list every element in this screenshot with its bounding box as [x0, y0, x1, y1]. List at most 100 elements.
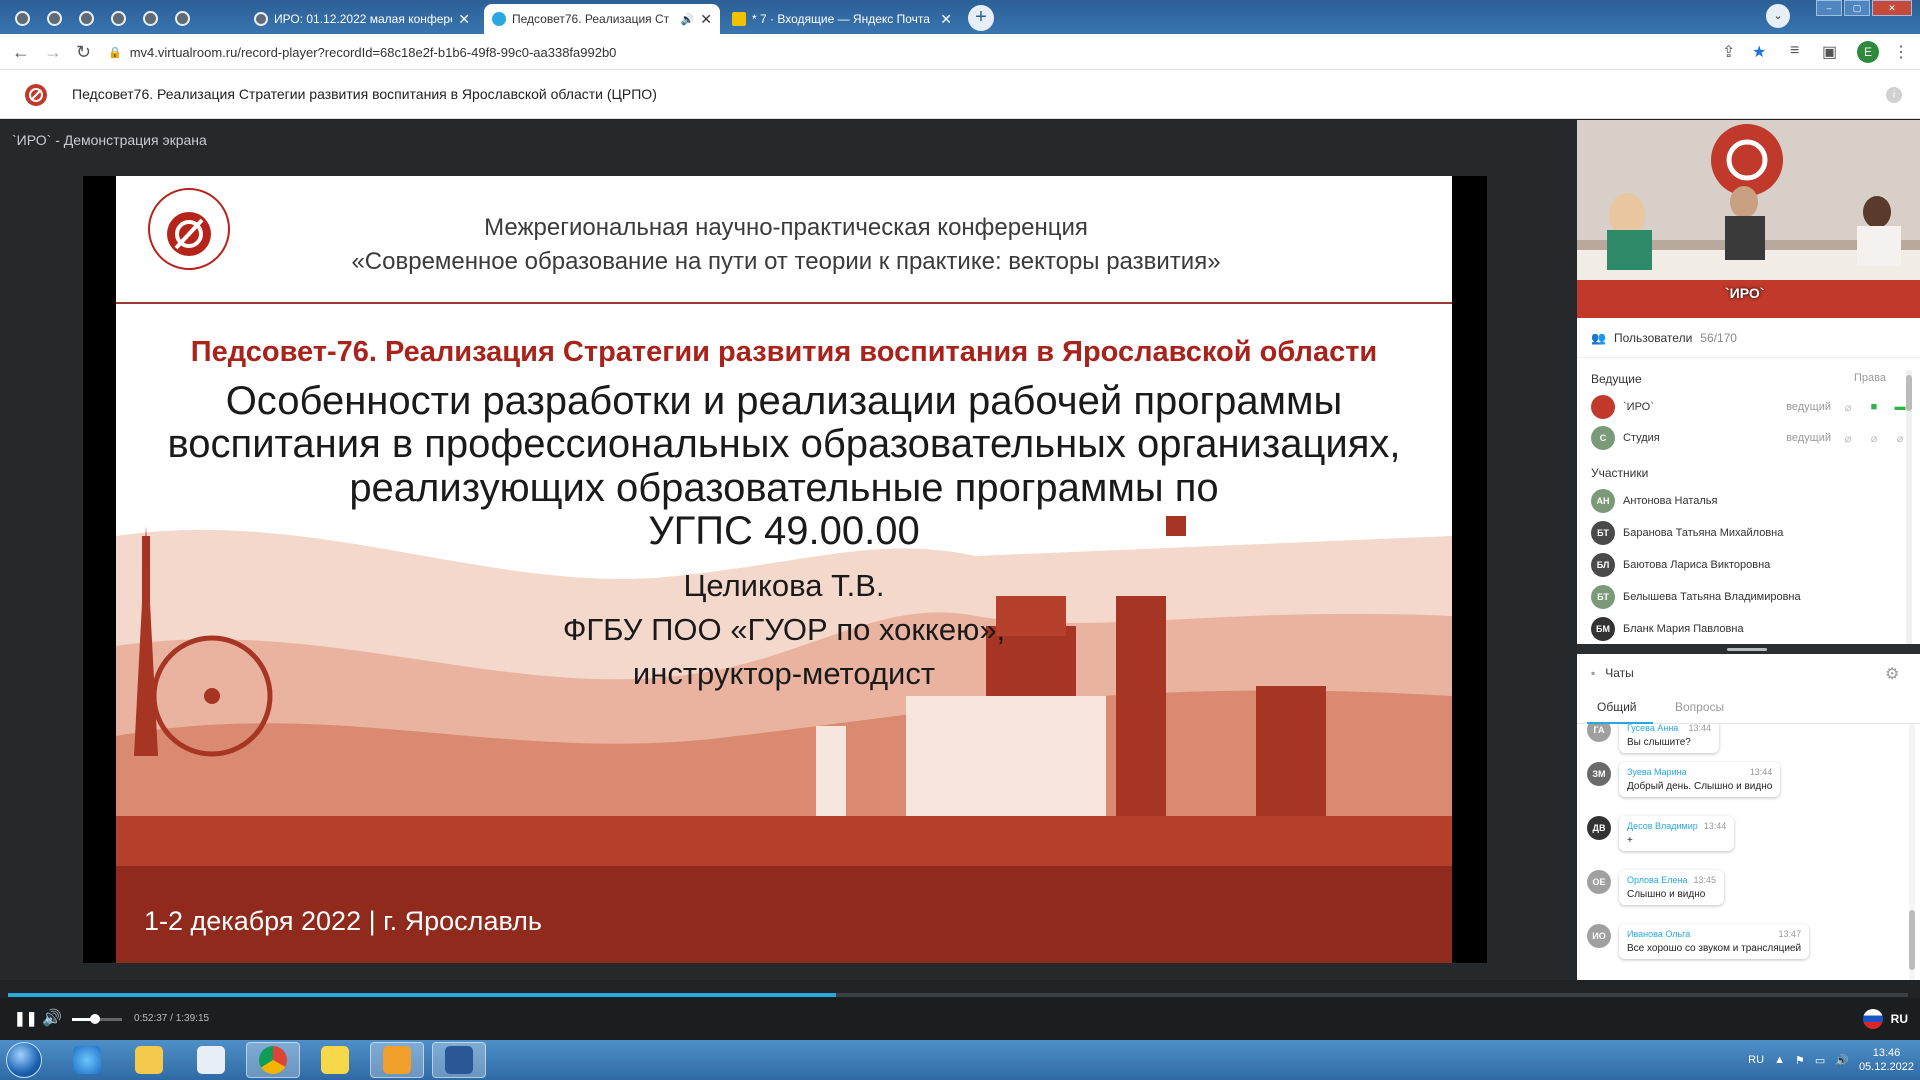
message-text: Слышно и видно	[1627, 889, 1706, 900]
clock-date: 05.12.2022	[1858, 1061, 1914, 1073]
side-panel-icon[interactable]: ▣	[1822, 42, 1837, 62]
volume-slider-knob[interactable]	[89, 1014, 100, 1024]
camera-on-icon[interactable]: ■	[1865, 401, 1883, 413]
app-taskbar[interactable]	[308, 1042, 362, 1078]
close-tab-icon[interactable]: ✕	[940, 12, 952, 26]
camera-video[interactable]: `ИРО`	[1577, 120, 1920, 318]
minimize-button[interactable]: –	[1816, 0, 1842, 16]
tray-expand-icon[interactable]: ▲	[1774, 1054, 1785, 1066]
user-name: Белышева Татьяна Владимировна	[1623, 591, 1801, 603]
network-icon[interactable]: ▭	[1815, 1054, 1825, 1067]
browser-tab[interactable]: ИРО: 01.12.2022 малая конфере ✕	[246, 4, 478, 34]
user-role: ведущий	[1786, 432, 1831, 444]
speaker-icon[interactable]: 🔊	[681, 13, 695, 26]
internet-explorer-taskbar[interactable]	[60, 1042, 114, 1078]
language-selector[interactable]: RU	[1862, 1009, 1908, 1029]
browser-tab[interactable]: * 7 · Входящие — Яндекс Почта ✕	[724, 4, 960, 34]
globe-icon	[14, 10, 30, 26]
outlook-taskbar[interactable]	[370, 1042, 424, 1078]
avatar: БЛ	[1591, 553, 1615, 577]
pinned-tab[interactable]	[164, 4, 200, 32]
close-window-button[interactable]: ✕	[1872, 0, 1912, 16]
host-row[interactable]: `ИРО` ведущий ⌀ ■ ▬	[1591, 392, 1909, 422]
users-title: Пользователи	[1613, 330, 1693, 345]
share-icon[interactable]: ⇪	[1722, 42, 1735, 62]
maximize-button[interactable]: ▢	[1844, 0, 1870, 16]
close-tab-icon[interactable]: ✕	[700, 12, 712, 26]
tab-general-chat[interactable]: Общий	[1597, 700, 1637, 714]
chrome-taskbar[interactable]	[246, 1042, 300, 1078]
users-header[interactable]: 👥 Пользователи 56/170	[1577, 318, 1920, 358]
message-time: 13:44	[1688, 724, 1711, 733]
url-field[interactable]: 🔒 mv4.virtualroom.ru/record-player?recor…	[108, 39, 1708, 65]
pinned-tab[interactable]	[132, 4, 168, 32]
pinned-tab[interactable]	[36, 4, 72, 32]
message-author: Гусева Анна	[1627, 724, 1679, 733]
word-taskbar[interactable]	[432, 1042, 486, 1078]
volume-icon[interactable]: 🔊	[42, 1008, 62, 1028]
explorer-taskbar[interactable]	[122, 1042, 176, 1078]
bookmark-star-icon[interactable]: ★	[1752, 42, 1766, 62]
participant-row[interactable]: БМ Бланк Мария Павловна	[1591, 614, 1909, 644]
volume-tray-icon[interactable]: 🔊	[1835, 1054, 1849, 1067]
slide-divider	[116, 302, 1452, 304]
tab-search-chevron-icon[interactable]: ⌄	[1766, 4, 1790, 28]
message-author: Зуева Марина	[1627, 767, 1687, 777]
host-row[interactable]: С Студия ведущий ⌀ ⌀ ⌀	[1591, 423, 1909, 453]
pinned-tab[interactable]	[100, 4, 136, 32]
pinned-tab[interactable]	[4, 4, 40, 32]
address-toolbar: ← → ↻ 🔒 mv4.virtualroom.ru/record-player…	[0, 34, 1920, 70]
start-button[interactable]	[6, 1042, 42, 1078]
user-name: `ИРО`	[1623, 401, 1654, 413]
new-tab-button[interactable]: +	[968, 5, 994, 31]
users-icon: 👥	[1591, 330, 1606, 345]
message-text: Все хорошо со звуком и трансляцией	[1627, 943, 1802, 954]
message-time: 13:44	[1749, 767, 1773, 777]
participant-row[interactable]: АН Антонова Наталья	[1591, 486, 1909, 516]
slide-title-line: реализующих образовательные программы по	[349, 466, 1219, 510]
message-author: Орлова Елена	[1627, 875, 1688, 885]
forward-arrow-icon[interactable]: →	[44, 42, 62, 62]
message-bubble: Десов Владимир 13:44 +	[1619, 816, 1735, 851]
pinned-tab[interactable]	[68, 4, 104, 32]
shared-screen: Межрегиональная научно-практическая конф…	[83, 176, 1487, 963]
user-name: Баютова Лариса Викторовна	[1623, 559, 1771, 571]
gear-icon[interactable]: ⚙	[1885, 664, 1899, 684]
browser-tab-active[interactable]: Педсовет76. Реализация Ст 🔊 ✕	[484, 4, 720, 34]
slide-author: Целикова Т.В.	[683, 568, 885, 603]
close-tab-icon[interactable]: ✕	[458, 12, 470, 26]
participants-section-label: Участники	[1591, 466, 1649, 480]
tab-questions[interactable]: Вопросы	[1675, 700, 1724, 714]
camera-off-icon[interactable]: ⌀	[1865, 432, 1883, 445]
resize-handle[interactable]	[1727, 648, 1767, 651]
info-icon[interactable]: i	[1886, 87, 1902, 103]
globe-icon	[46, 10, 62, 26]
tab-label: Педсовет76. Реализация Ст	[512, 12, 670, 26]
presentation-slide: Межрегиональная научно-практическая конф…	[116, 176, 1452, 963]
chat-message: ГА Гусева Анна 13:44 Вы слышите?	[1587, 724, 1719, 753]
profile-avatar[interactable]: E	[1857, 41, 1879, 63]
participant-row[interactable]: БТ Баранова Татьяна Михайловна	[1591, 518, 1909, 548]
participant-row[interactable]: БЛ Баютова Лариса Викторовна	[1591, 550, 1909, 580]
message-bubble: Иванова Ольга 13:47 Все хорошо со звуком…	[1619, 924, 1810, 959]
pause-button[interactable]: ❚❚	[14, 1010, 37, 1027]
chat-message-list[interactable]: ГА Гусева Анна 13:44 Вы слышите? ЗМ Зуев…	[1577, 724, 1920, 980]
input-language[interactable]: RU	[1748, 1054, 1764, 1066]
participant-row[interactable]: БТ Белышева Татьяна Владимировна	[1591, 582, 1909, 612]
flag-icon[interactable]: ⚑	[1795, 1054, 1805, 1067]
reload-icon[interactable]: ↻	[76, 42, 91, 62]
slide-title-line: Особенности разработки и реализации рабо…	[225, 379, 1343, 423]
page-title: Педсовет76. Реализация Стратегии развити…	[72, 86, 657, 102]
chat-scrollbar-thumb[interactable]	[1909, 910, 1915, 970]
users-scrollbar-thumb[interactable]	[1906, 375, 1912, 411]
lock-icon: 🔒	[108, 46, 122, 59]
back-arrow-icon[interactable]: ←	[12, 42, 30, 62]
mic-muted-icon[interactable]: ⌀	[1839, 401, 1857, 414]
browser-menu-icon[interactable]: ⋮	[1893, 42, 1909, 62]
users-scrollbar[interactable]	[1906, 370, 1912, 654]
chat-tabs: Общий Вопросы	[1577, 692, 1920, 724]
clock[interactable]: 13:46 05.12.2022	[1859, 1046, 1914, 1074]
mic-muted-icon[interactable]: ⌀	[1839, 432, 1857, 445]
reading-list-icon[interactable]: ≡	[1790, 42, 1799, 60]
media-player-taskbar[interactable]	[184, 1042, 238, 1078]
